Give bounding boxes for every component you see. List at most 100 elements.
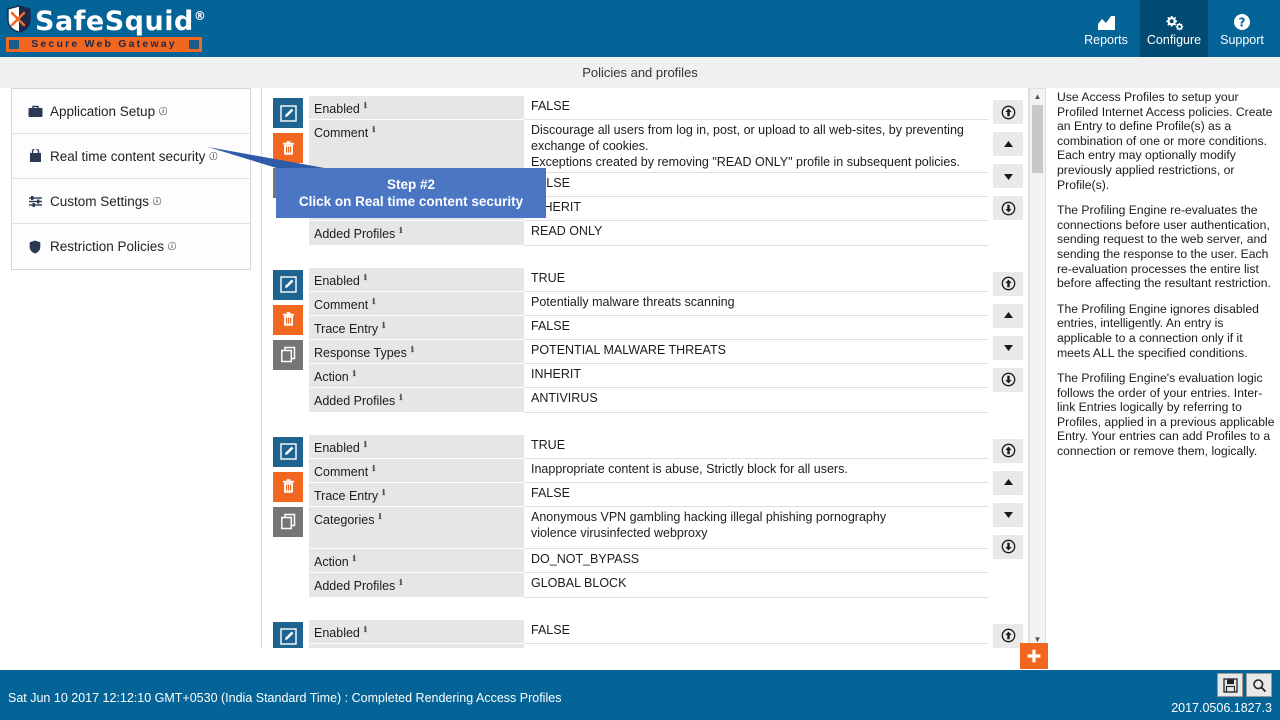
gears-icon (1164, 11, 1185, 31)
triangle-down-icon (1001, 507, 1016, 522)
field-value[interactable]: Inappropriate content is abuse, Strictly… (524, 459, 989, 483)
field-key: Categories ℹ (309, 507, 524, 549)
info-icon[interactable]: ⓘ (153, 196, 161, 207)
move-up-button[interactable] (993, 471, 1023, 495)
field-value[interactable]: ANTIVIRUS (524, 388, 989, 412)
field-key-label: Comment (314, 126, 368, 140)
edit-record-button[interactable] (273, 98, 303, 128)
triangle-up-icon (1001, 137, 1016, 152)
field-value[interactable]: TRUE (524, 435, 989, 459)
scrollbar-thumb[interactable] (1032, 105, 1043, 173)
scroll-up-icon[interactable]: ▲ (1030, 89, 1045, 104)
move-up-button[interactable] (993, 132, 1023, 156)
field-key-label: Categories (314, 513, 374, 527)
edit-record-button[interactable] (273, 437, 303, 467)
records-scrollbar[interactable]: ▲ ▼ (1029, 88, 1046, 648)
field-value[interactable]: FALSE (524, 96, 989, 120)
info-icon[interactable]: ℹ (364, 101, 367, 110)
info-icon[interactable]: ℹ (399, 393, 402, 402)
field-key: Response Typesℹ (309, 340, 524, 364)
insert-above-button[interactable] (993, 439, 1023, 463)
record-field-row: ActionℹDO_NOT_BYPASS (309, 549, 989, 573)
info-icon[interactable]: ℹ (382, 488, 385, 497)
field-value[interactable]: Potentially malware threats scanning (524, 292, 989, 316)
sidebar-label-real-time-content-security: Real time content security (50, 149, 205, 164)
info-icon[interactable]: ℹ (364, 273, 367, 282)
nav-item-support[interactable]: ? Support (1208, 0, 1276, 57)
field-value[interactable]: Anonymous VPN gambling hacking illegal p… (524, 507, 989, 549)
field-value[interactable]: INHERIT (524, 364, 989, 388)
info-icon[interactable]: ⓘ (159, 106, 167, 117)
insert-below-button[interactable] (993, 368, 1023, 392)
field-value[interactable]: POTENTIAL MALWARE THREATS (524, 340, 989, 364)
field-key: Trace Entryℹ (309, 483, 524, 507)
field-value[interactable]: GLOBAL BLOCK (524, 573, 989, 597)
callout-line1: Step #2 (387, 177, 435, 192)
add-entry-button[interactable] (1020, 643, 1048, 669)
field-value[interactable]: FALSE (524, 173, 989, 197)
field-value[interactable]: FALSE (524, 620, 989, 644)
callout-tooltip: Step #2 Click on Real time content secur… (276, 168, 546, 218)
nav-item-reports[interactable]: Reports (1072, 0, 1140, 57)
nav-label-configure: Configure (1147, 33, 1201, 47)
field-value[interactable]: Discourage all users from log in, post, … (524, 120, 989, 173)
field-key: Enabledℹ (309, 435, 524, 459)
field-value[interactable]: FALSE (524, 316, 989, 340)
field-value[interactable]: DO_NOT_BYPASS (524, 549, 989, 573)
trash-icon (280, 478, 297, 495)
info-icon[interactable]: ℹ (372, 297, 375, 306)
field-value[interactable]: INHERIT (524, 197, 989, 221)
brand-tagline: Secure Web Gateway (6, 37, 202, 52)
info-icon[interactable]: ℹ (364, 440, 367, 449)
edit-pencil-icon (280, 628, 297, 645)
nav-item-configure[interactable]: Configure (1140, 0, 1208, 57)
record-field-row: CommentℹRestrict remote desktop applicat… (309, 644, 989, 648)
info-icon[interactable]: ℹ (411, 345, 414, 354)
field-value[interactable]: Restrict remote desktop applications ,Do… (524, 644, 989, 648)
insert-below-button[interactable] (993, 535, 1023, 559)
insert-above-button[interactable] (993, 100, 1023, 124)
info-icon[interactable]: ℹ (399, 578, 402, 587)
sidebar-label-custom-settings: Custom Settings (50, 194, 149, 209)
field-value[interactable]: READ ONLY (524, 221, 989, 245)
magnifier-icon (1252, 678, 1267, 693)
record-order-controls (993, 100, 1023, 228)
edit-record-button[interactable] (273, 622, 303, 649)
insert-above-button[interactable] (993, 624, 1023, 648)
main-nav: Reports Configure (1072, 0, 1276, 57)
info-icon[interactable]: ℹ (378, 512, 381, 521)
field-value[interactable]: TRUE (524, 268, 989, 292)
info-icon[interactable]: ⓘ (168, 241, 176, 252)
delete-record-button[interactable] (273, 472, 303, 502)
briefcase-icon (26, 105, 44, 118)
move-down-button[interactable] (993, 503, 1023, 527)
record-field-row: ActionℹINHERIT (309, 364, 989, 388)
duplicate-record-button[interactable] (273, 340, 303, 370)
circle-up-arrow-icon (1001, 105, 1016, 120)
insert-below-button[interactable] (993, 196, 1023, 220)
brand-logo[interactable]: SafeSquid® Secure Web Gateway (6, 2, 206, 52)
sidebar-item-application-setup[interactable]: Application Setup ⓘ (12, 89, 250, 134)
move-down-button[interactable] (993, 336, 1023, 360)
edit-record-button[interactable] (273, 270, 303, 300)
triangle-down-icon (1001, 340, 1016, 355)
move-down-button[interactable] (993, 164, 1023, 188)
save-button[interactable] (1217, 673, 1243, 697)
search-button[interactable] (1246, 673, 1272, 697)
delete-record-button[interactable] (273, 305, 303, 335)
sidebar-label-application-setup: Application Setup (50, 104, 155, 119)
info-icon[interactable]: ℹ (382, 321, 385, 330)
info-icon[interactable]: ℹ (353, 554, 356, 563)
app-root: SafeSquid® Secure Web Gateway Reports (0, 0, 1280, 720)
insert-above-button[interactable] (993, 272, 1023, 296)
duplicate-record-button[interactable] (273, 507, 303, 537)
help-paragraph: The Profiling Engine's evaluation logic … (1057, 371, 1276, 459)
circle-down-arrow-icon (1001, 539, 1016, 554)
info-icon[interactable]: ℹ (372, 125, 375, 134)
info-icon[interactable]: ℹ (364, 625, 367, 634)
info-icon[interactable]: ℹ (372, 464, 375, 473)
field-value[interactable]: FALSE (524, 483, 989, 507)
record-entry: EnabledℹFALSECommentℹRestrict remote des… (262, 612, 1028, 649)
move-up-button[interactable] (993, 304, 1023, 328)
info-icon[interactable]: ℹ (353, 369, 356, 378)
